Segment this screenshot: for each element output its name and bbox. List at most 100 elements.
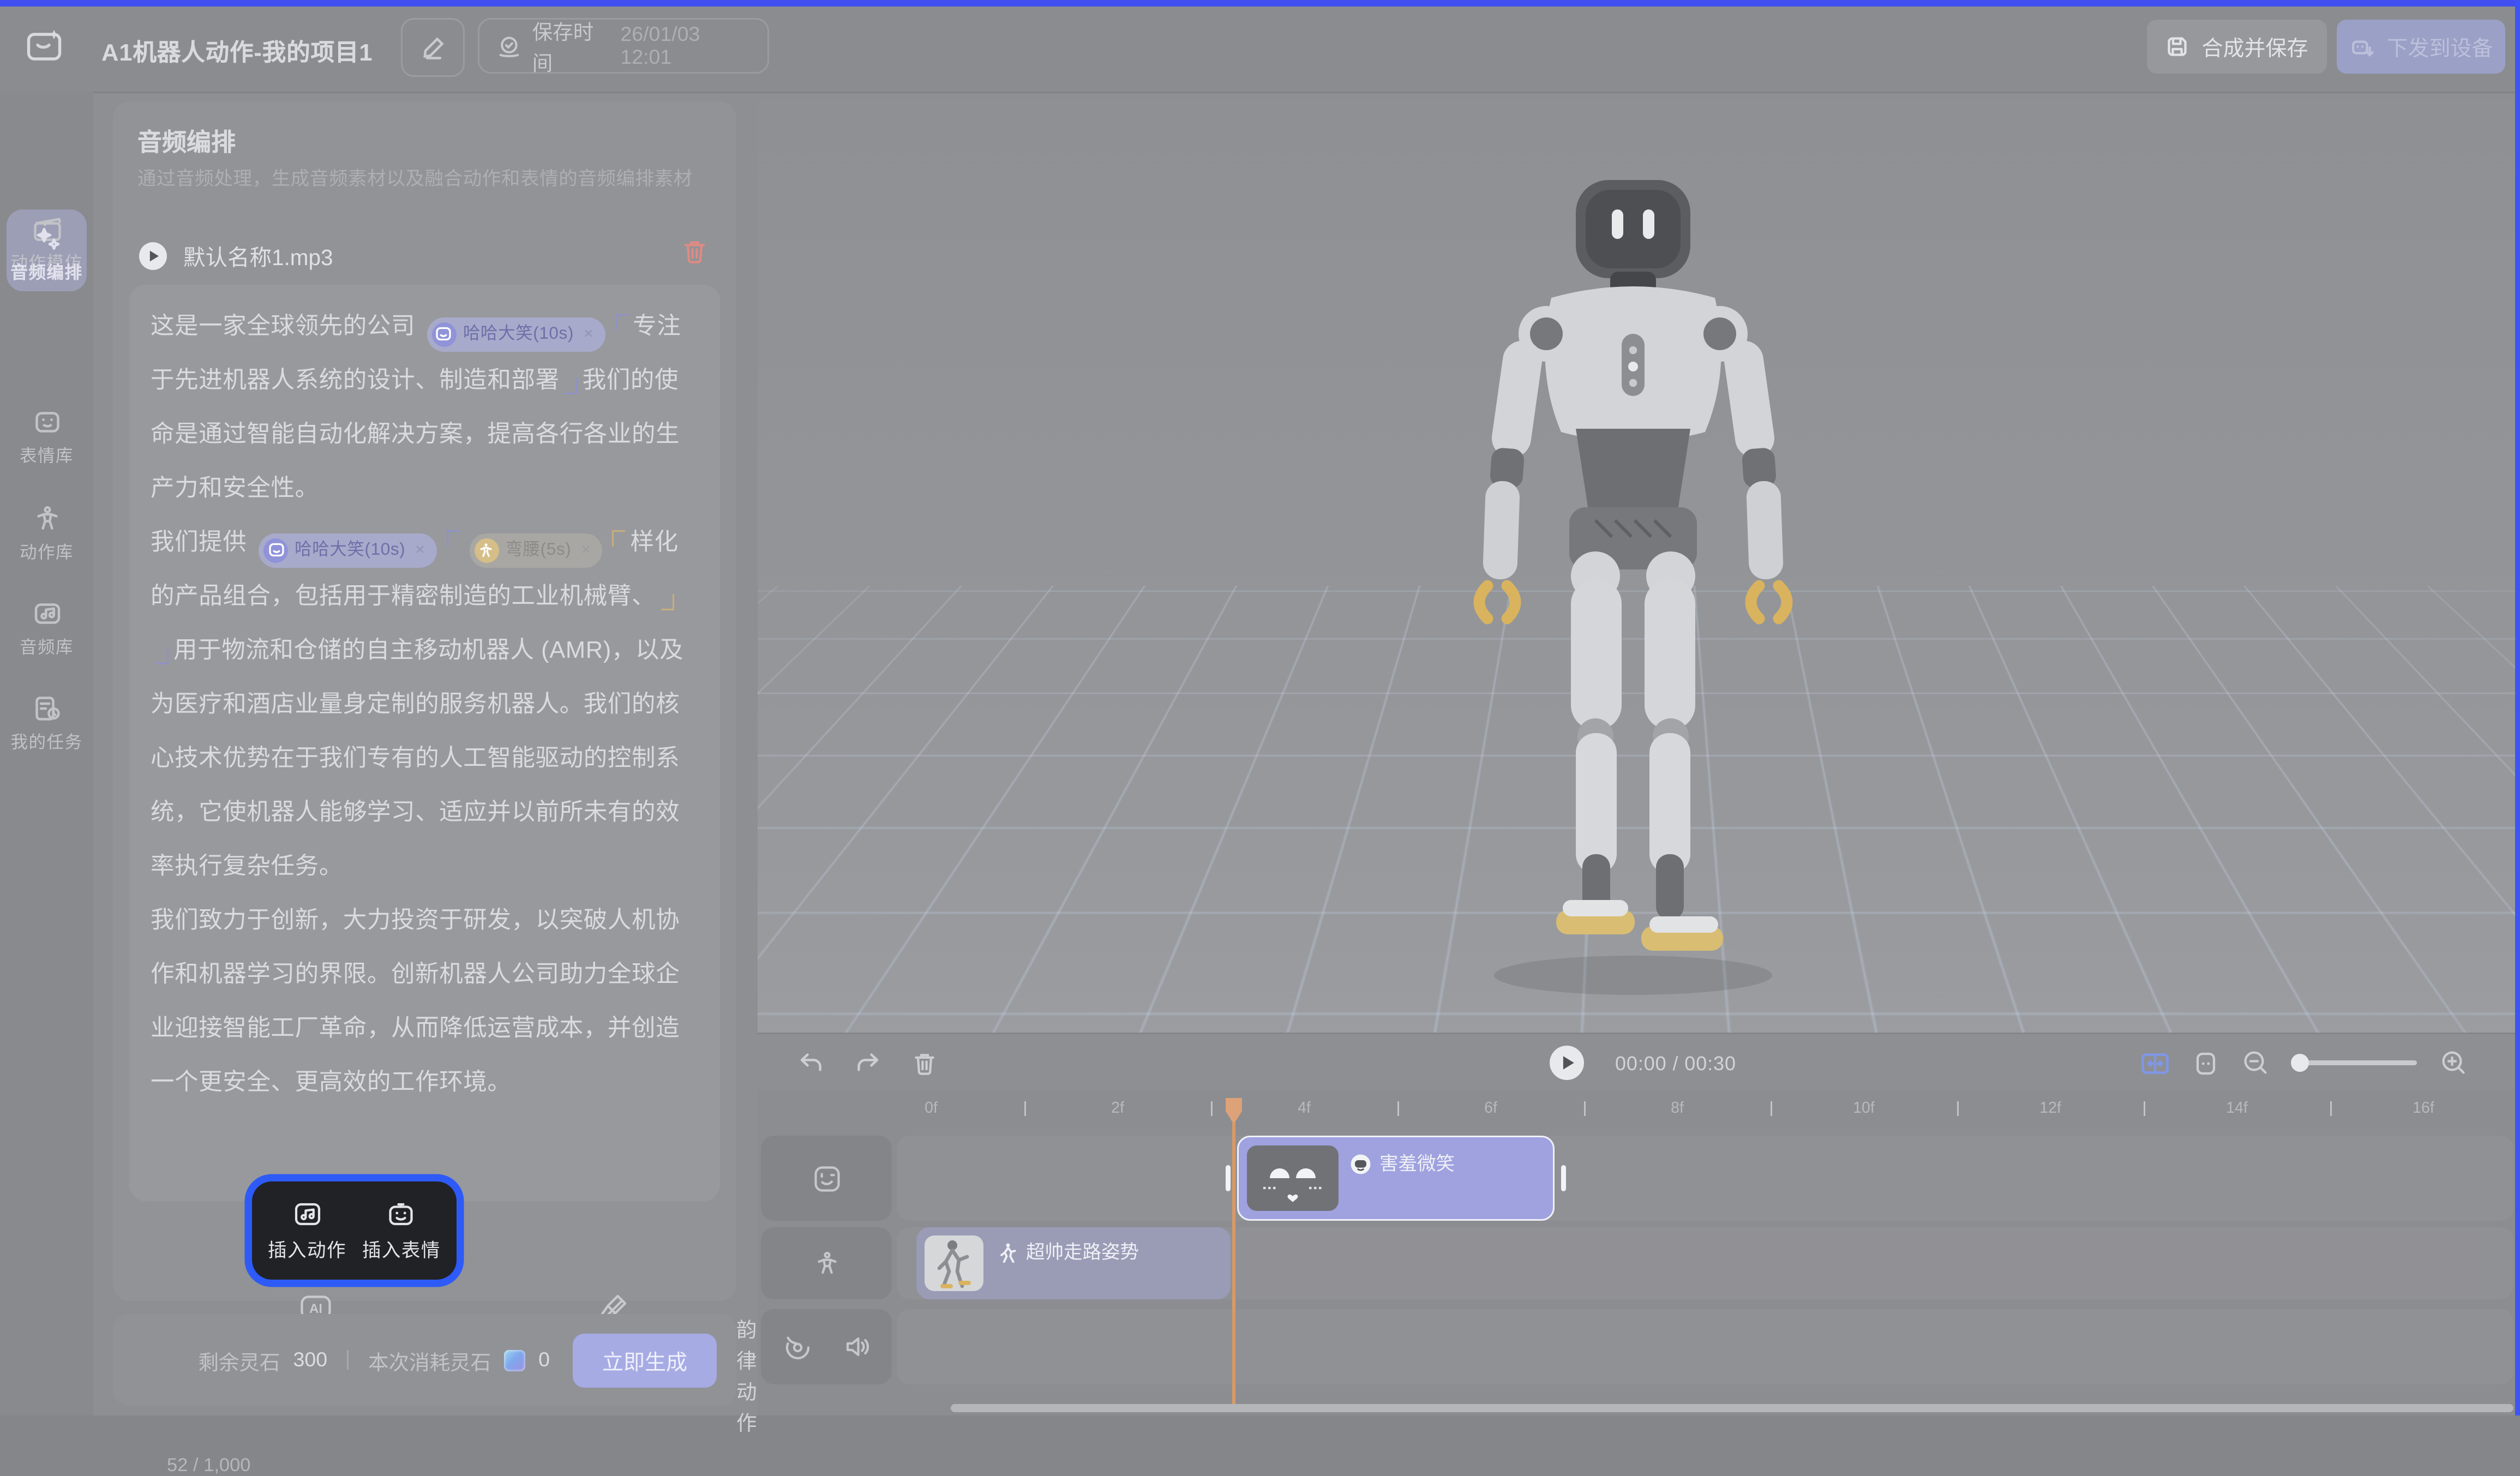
script-rich-text[interactable]: 这是一家全球领先的公司 哈哈大笑(10s)×专注于先进机器人系统的设计、制造和部… [151, 301, 699, 1111]
merge-save-label: 合成并保存 [2201, 31, 2308, 62]
save-time-label: 保存时间 [532, 15, 611, 77]
snap-toggle-button[interactable] [2140, 1050, 2170, 1076]
remaining-stones-label: 剩余灵石 [198, 1345, 280, 1376]
remaining-stones-value: 300 [293, 1348, 328, 1371]
rename-button[interactable] [401, 18, 465, 77]
viewport-3d[interactable]: Z Y X [758, 101, 2515, 1033]
tag-remove-icon[interactable]: × [584, 307, 593, 361]
action-tag-icon [474, 538, 499, 562]
expression-track-row[interactable] [897, 1136, 2513, 1221]
audio-track-header[interactable] [761, 1309, 892, 1384]
footer-divider [347, 1350, 349, 1370]
delete-audio-button[interactable] [681, 237, 709, 265]
quote-bracket-purple [565, 378, 578, 394]
clip-trim-handle-left[interactable] [1226, 1165, 1231, 1191]
timeline-horizontal-scrollbar[interactable] [951, 1404, 2513, 1412]
time-display: 00:00 / 00:30 [1615, 1052, 1736, 1075]
gem-icon [504, 1349, 525, 1371]
insert-motion-button[interactable]: 插入动作 [268, 1198, 346, 1263]
ruler-tick-label: 0f [907, 1100, 956, 1118]
quote-bracket-yellow [612, 530, 625, 547]
tag-remove-icon[interactable]: × [581, 523, 591, 577]
quote-bracket-purple [155, 648, 169, 664]
action-clip[interactable]: 超帅走路姿势 [916, 1227, 1231, 1299]
zoom-slider-handle[interactable] [2291, 1053, 2309, 1071]
fit-view-button[interactable] [2193, 1050, 2219, 1076]
insert-expression-button[interactable]: 插入表情 [362, 1198, 441, 1263]
timeline-panel: 0f2f4f6f8f10f12f14f16f [758, 1090, 2520, 1415]
app-logo-icon[interactable] [23, 23, 69, 69]
pencil-icon [420, 34, 446, 61]
expression-clip-label: 害羞微笑 [1379, 1150, 1455, 1177]
sparkle-icon [31, 223, 63, 255]
zoom-in-button[interactable] [2440, 1049, 2468, 1077]
ruler-minor-tick [2330, 1101, 2332, 1116]
play-audio-button[interactable] [137, 240, 169, 271]
quote-bracket-purple [615, 314, 628, 331]
rhythm-disc-icon [782, 1331, 813, 1363]
audio-arrange-panel: 音频编排 通过音频处理，生成音频素材以及融合动作和表情的音频编排素材 默认名称1… [113, 101, 736, 1301]
left-sidebar: 动作模仿 音频编排 表情库 动作库 [0, 92, 93, 1415]
audio-folder-icon [31, 597, 63, 630]
task-list-icon [31, 692, 63, 725]
audio-file-name: 默认名称1.mp3 [183, 239, 333, 272]
insert-expression-icon [385, 1198, 418, 1231]
expression-clip[interactable]: 害羞微笑 [1237, 1136, 1555, 1221]
char-counter: 52 / 1,000 [167, 1456, 250, 1476]
tag-label: 哈哈大笑(10s) [295, 523, 405, 577]
sidebar-item-motion-library[interactable]: 动作库 [0, 502, 93, 565]
save-icon [2165, 34, 2190, 59]
ruler-minor-tick [1397, 1101, 1399, 1116]
ruler-tick-label: 10f [1839, 1100, 1888, 1118]
cost-stones-label: 本次消耗灵石 [368, 1345, 491, 1376]
action-tag[interactable]: 弯腰(5s)× [469, 533, 602, 567]
save-time-value: 26/01/03 12:01 [620, 23, 751, 69]
expression-clip-thumbnail [1247, 1145, 1339, 1211]
playhead-marker[interactable] [1222, 1096, 1245, 1126]
ruler-tick-label: 8f [1653, 1100, 1702, 1118]
sidebar-item-expression-library[interactable]: 表情库 [0, 406, 93, 468]
sidebar-label: 动作库 [0, 540, 93, 565]
ruler-tick-label: 2f [1093, 1100, 1142, 1118]
walking-person-icon [998, 1241, 1018, 1263]
tag-remove-icon[interactable]: × [415, 523, 425, 577]
expression-tag[interactable]: 哈哈大笑(10s)× [427, 317, 605, 351]
tag-label: 弯腰(5s) [505, 523, 571, 577]
expression-tag-icon [263, 538, 288, 562]
ruler-tick-label: 16f [2399, 1100, 2448, 1118]
playhead-line[interactable] [1232, 1123, 1235, 1404]
ruler-tick-label: 6f [1466, 1100, 1515, 1118]
delete-clip-button[interactable] [911, 1050, 938, 1076]
zoom-out-button[interactable] [2242, 1049, 2270, 1077]
script-editor[interactable]: 这是一家全球领先的公司 哈哈大笑(10s)×专注于先进机器人系统的设计、制造和部… [129, 285, 720, 1201]
sidebar-label: 音频编排 [0, 260, 93, 285]
sidebar-item-my-tasks[interactable]: 我的任务 [0, 692, 93, 754]
expression-emoji-icon [1350, 1153, 1371, 1174]
play-button[interactable] [1548, 1044, 1586, 1082]
ruler-tick-label: 4f [1280, 1100, 1329, 1118]
generate-now-button[interactable]: 立即生成 [573, 1333, 717, 1387]
action-clip-thumbnail [925, 1235, 983, 1291]
script-text: 我们提供 [151, 530, 254, 556]
deploy-device-button[interactable]: 下发到设备 [2337, 20, 2505, 74]
clip-trim-handle-right[interactable] [1561, 1165, 1566, 1191]
frame-accent-right [2515, 0, 2520, 1416]
panel-subtitle: 通过音频处理，生成音频素材以及融合动作和表情的音频编排素材 [137, 165, 693, 191]
expression-track-header[interactable] [761, 1136, 892, 1221]
action-track-header[interactable] [761, 1227, 892, 1299]
ruler-minor-tick [1957, 1101, 1959, 1116]
robot-download-icon [2349, 34, 2375, 60]
timeline-zoom-slider[interactable] [2293, 1060, 2417, 1065]
ruler-minor-tick [2144, 1101, 2145, 1116]
sidebar-label: 音频库 [0, 635, 93, 659]
quote-bracket-yellow [661, 594, 674, 610]
sidebar-item-audio-library[interactable]: 音频库 [0, 597, 93, 659]
sidebar-item-audio-arrange[interactable]: 音频编排 [0, 223, 93, 285]
merge-save-button[interactable]: 合成并保存 [2147, 20, 2327, 74]
audio-track-row[interactable] [897, 1309, 2513, 1384]
expression-tag[interactable]: 哈哈大笑(10s)× [259, 533, 436, 567]
cloud-check-icon [496, 32, 523, 60]
redo-button[interactable] [854, 1049, 882, 1077]
undo-button[interactable] [797, 1049, 825, 1077]
robot-model[interactable] [1412, 170, 1854, 1005]
